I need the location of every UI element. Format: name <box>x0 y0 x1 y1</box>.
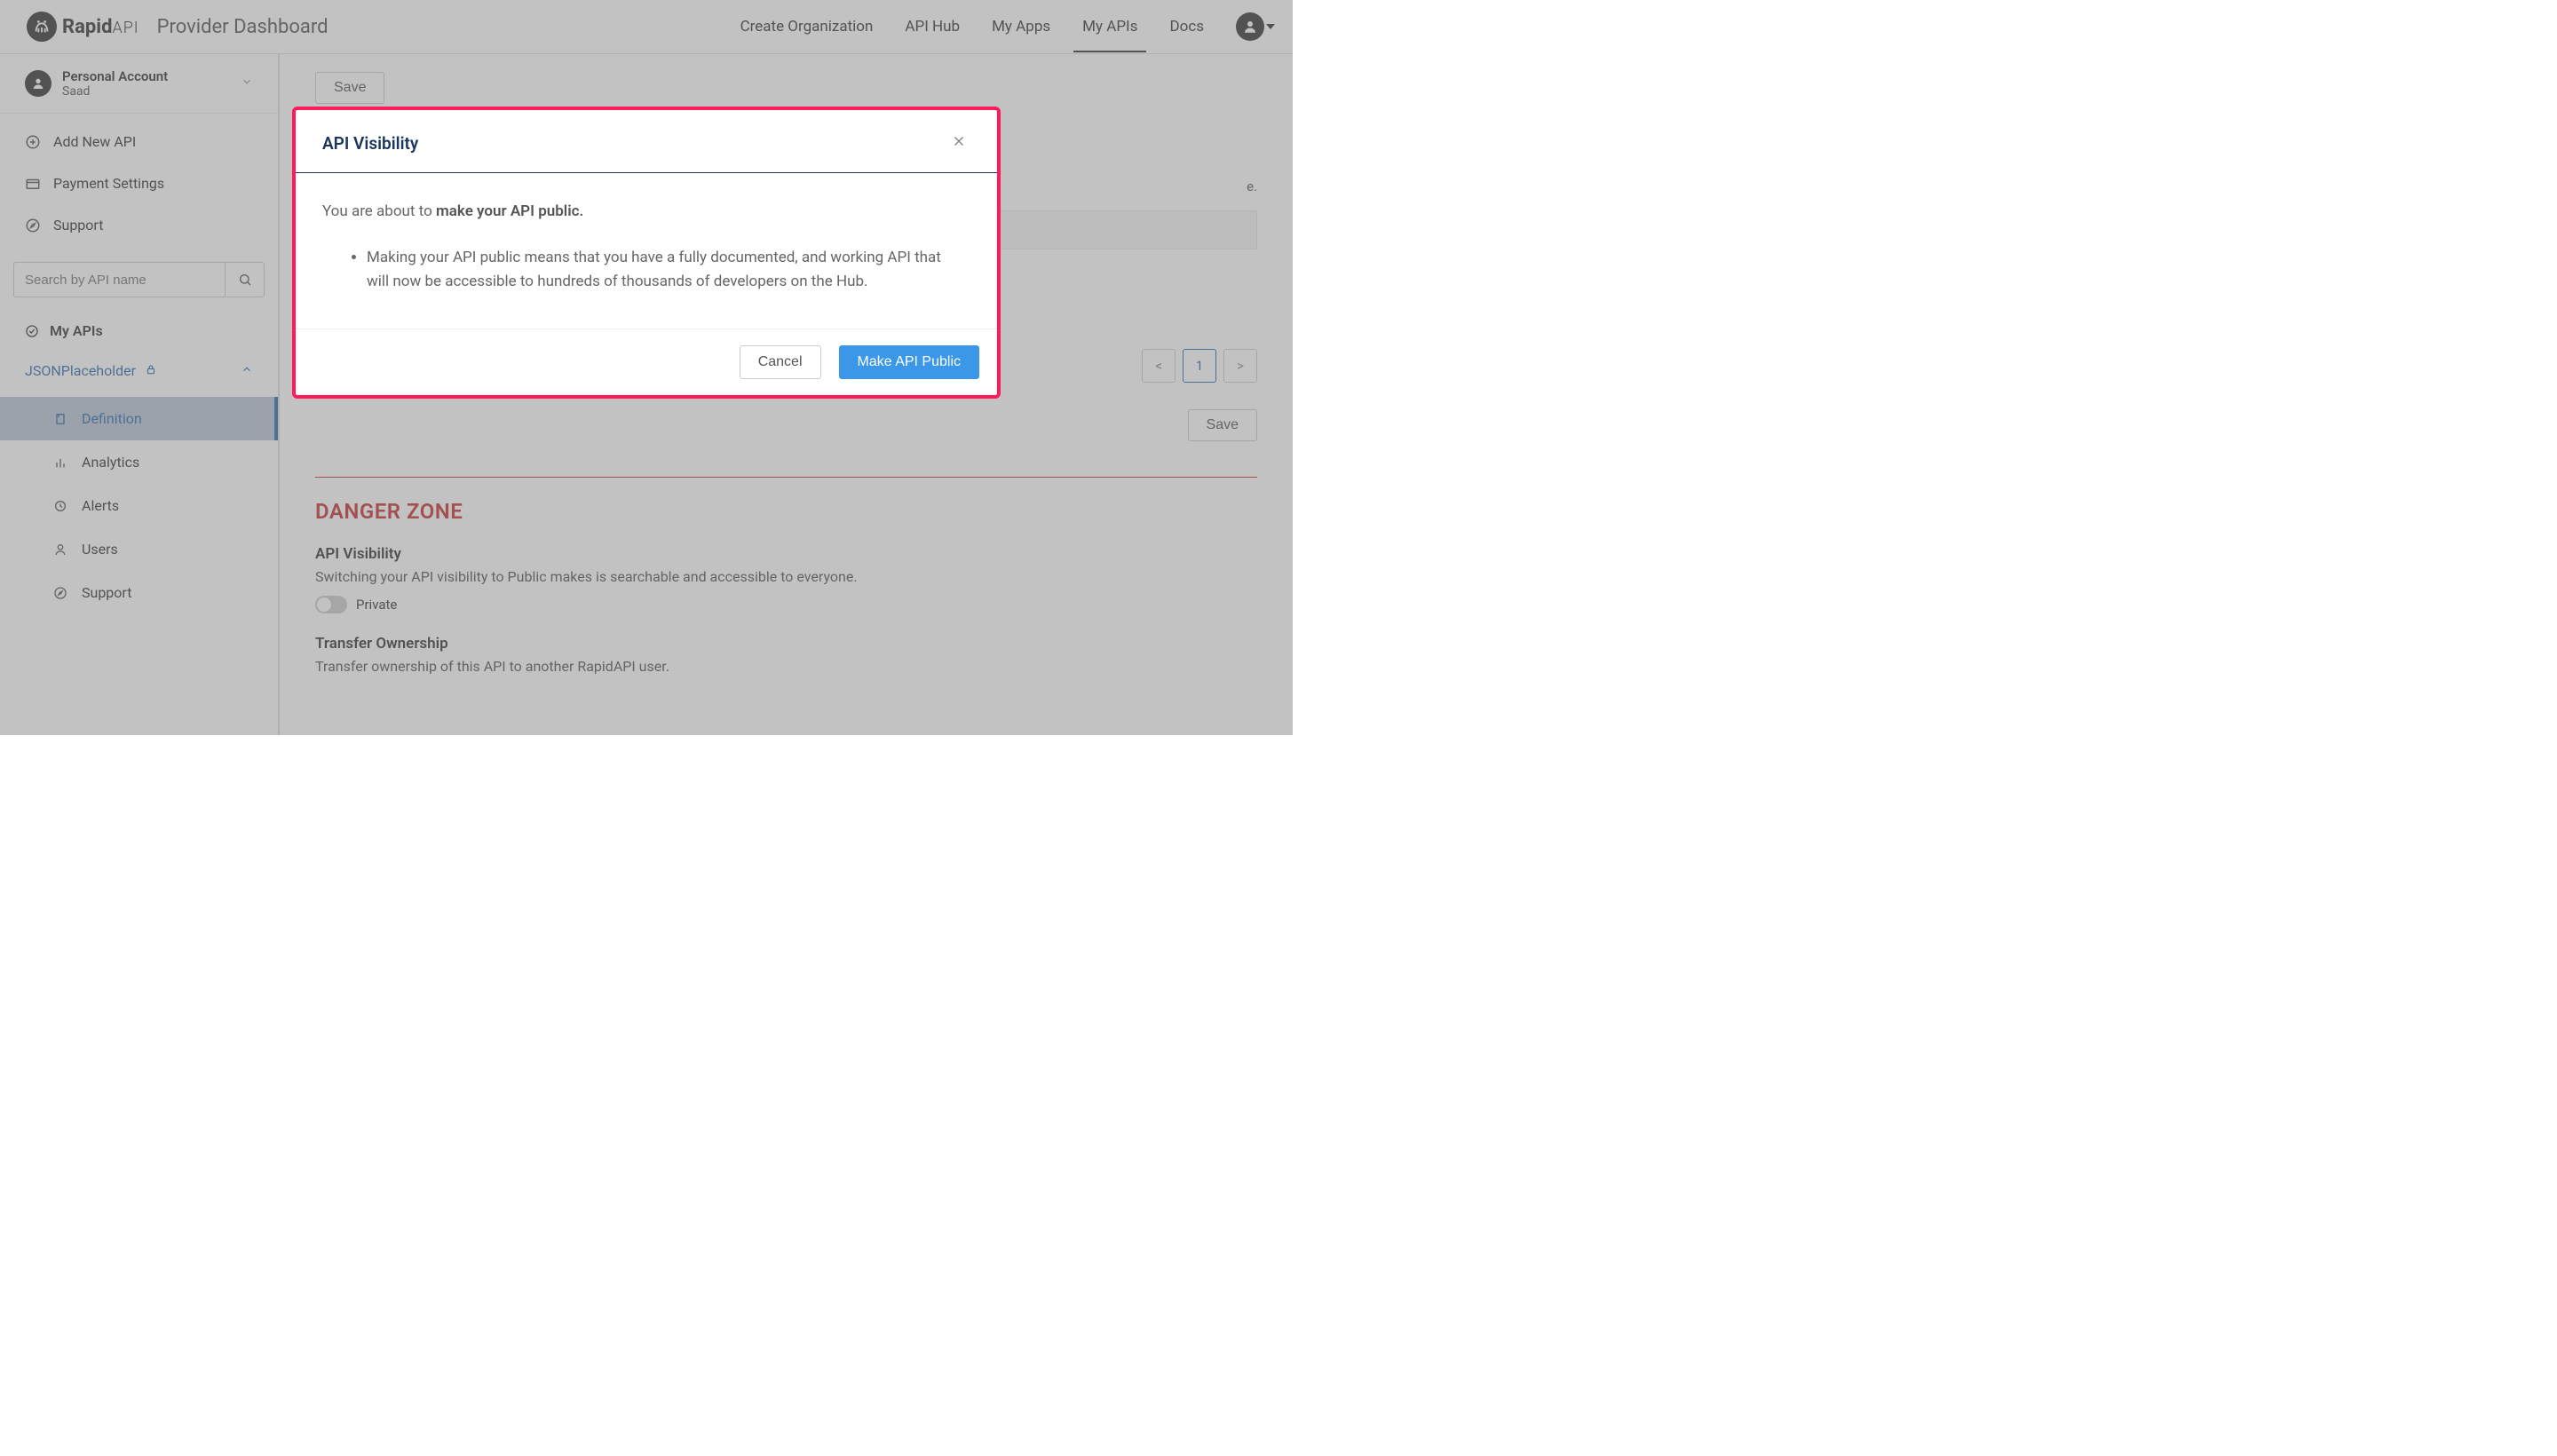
modal-bullet: Making your API public means that you ha… <box>367 246 970 293</box>
modal-overlay: API Visibility You are about to make you… <box>0 0 1293 735</box>
modal-title: API Visibility <box>322 133 418 154</box>
close-icon <box>951 133 967 149</box>
modal-body-text: You are about to make your API public. <box>322 200 970 223</box>
cancel-button[interactable]: Cancel <box>740 345 821 379</box>
modal-close-button[interactable] <box>947 130 970 156</box>
api-visibility-modal: API Visibility You are about to make you… <box>296 110 997 395</box>
make-api-public-button[interactable]: Make API Public <box>839 345 980 379</box>
